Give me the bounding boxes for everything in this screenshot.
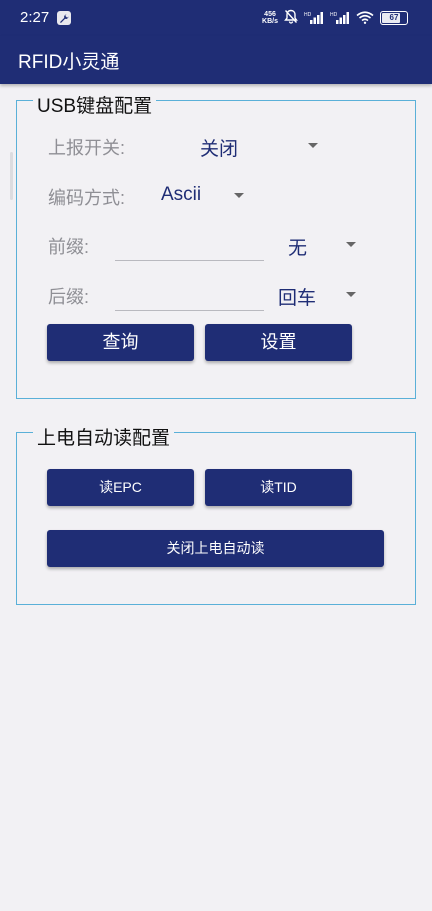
report-switch-label: 上报开关:: [48, 138, 126, 158]
svg-text:HD: HD: [330, 12, 338, 18]
suffix-option: 回车: [278, 288, 317, 309]
read-tid-button[interactable]: 读TID: [205, 469, 352, 506]
status-icons: 456 KB/s HD HD 67: [262, 9, 408, 28]
app-title: RFID小灵通: [18, 52, 120, 73]
scroll-indicator: [10, 152, 13, 200]
report-switch-value: 关闭: [200, 139, 239, 160]
power-on-read-title: 上电自动读配置: [33, 423, 175, 450]
suffix-input[interactable]: [115, 284, 264, 311]
suffix-label: 后缀:: [48, 287, 90, 307]
usb-keyboard-title: USB键盘配置: [33, 91, 157, 118]
encoding-spinner[interactable]: Ascii: [157, 180, 251, 210]
set-button[interactable]: 设置: [205, 324, 352, 361]
prefix-option: 无: [288, 238, 308, 259]
read-epc-button[interactable]: 读EPC: [47, 469, 194, 506]
signal-icon: HD: [304, 9, 324, 28]
chevron-down-icon: [346, 242, 356, 247]
suffix-spinner[interactable]: 回车: [274, 279, 364, 309]
battery-indicator: 67: [380, 11, 408, 25]
network-speed-value: 456: [264, 11, 276, 18]
chevron-down-icon: [346, 292, 356, 297]
prefix-label: 前缀:: [48, 237, 90, 257]
prefix-spinner[interactable]: 无: [284, 229, 364, 259]
chevron-down-icon: [308, 143, 318, 148]
encoding-value: Ascii: [161, 184, 202, 205]
network-speed: 456 KB/s: [262, 11, 278, 25]
power-on-read-group: [16, 432, 416, 605]
wifi-icon: [356, 9, 374, 28]
battery-level: 67: [389, 13, 399, 22]
svg-text:HD: HD: [304, 12, 312, 18]
encoding-label: 编码方式:: [48, 188, 126, 208]
report-switch-spinner[interactable]: 关闭: [196, 130, 326, 160]
status-bar: 2:27 456 KB/s HD HD 67: [0, 0, 432, 36]
prefix-input[interactable]: [115, 234, 264, 261]
chevron-down-icon: [234, 193, 244, 198]
app-bar: RFID小灵通: [0, 36, 432, 84]
signal-icon-2: HD: [330, 9, 350, 28]
status-time: 2:27: [20, 9, 50, 26]
wrench-icon: [57, 11, 71, 25]
disable-power-on-read-button[interactable]: 关闭上电自动读: [47, 530, 384, 567]
query-button[interactable]: 查询: [47, 324, 194, 361]
bell-muted-icon: [284, 9, 298, 28]
network-speed-unit: KB/s: [262, 18, 278, 25]
